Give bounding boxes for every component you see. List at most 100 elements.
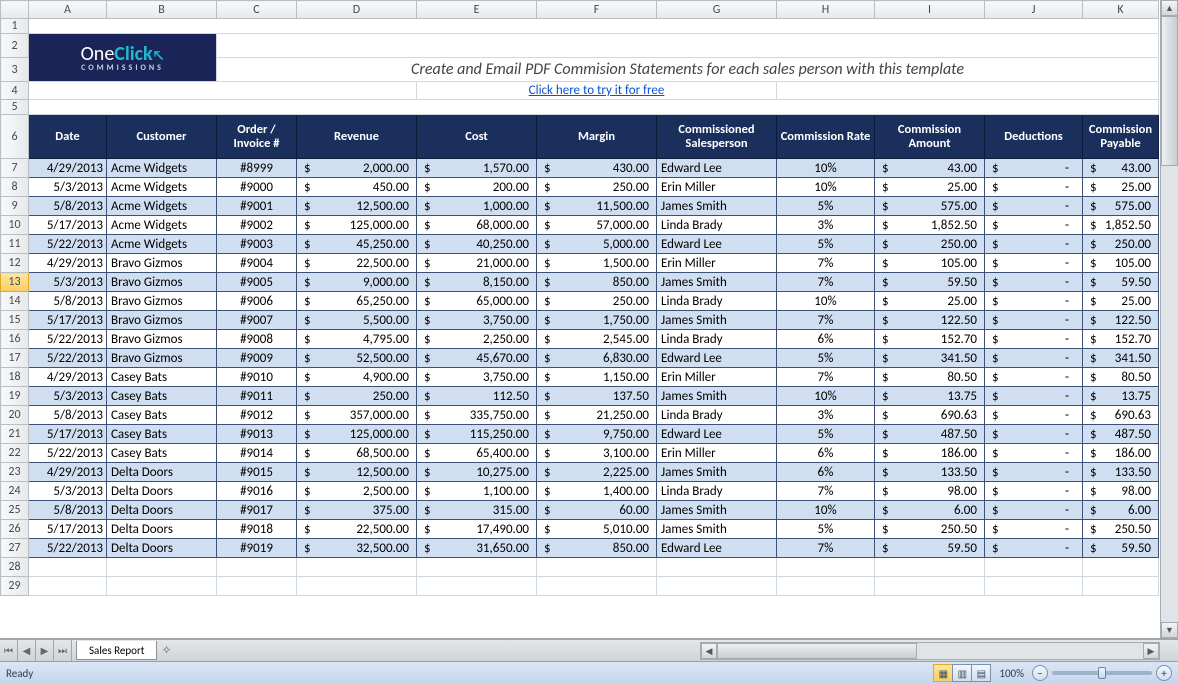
cell-margin[interactable]: $11,500.00	[537, 197, 657, 216]
cell-deductions[interactable]: $-	[985, 520, 1083, 539]
column-header[interactable]: J	[985, 1, 1083, 19]
cell-cost[interactable]: $45,670.00	[417, 349, 537, 368]
cell-customer[interactable]: Acme Widgets	[107, 178, 217, 197]
cell-margin[interactable]: $9,750.00	[537, 425, 657, 444]
column-header[interactable]: C	[217, 1, 297, 19]
zoom-slider-thumb[interactable]	[1098, 667, 1106, 679]
cell-customer[interactable]: Acme Widgets	[107, 235, 217, 254]
cell-payable[interactable]: $1,852.50	[1083, 216, 1159, 235]
cell-amount[interactable]: $122.50	[875, 311, 985, 330]
cell-rate[interactable]: 7%	[777, 482, 875, 501]
cell-customer[interactable]: Bravo Gizmos	[107, 311, 217, 330]
cell-deductions[interactable]: $-	[985, 311, 1083, 330]
row-header[interactable]: 24	[1, 482, 29, 501]
cell-amount[interactable]: $59.50	[875, 539, 985, 558]
cell-salesperson[interactable]: Linda Brady	[657, 330, 777, 349]
cell-amount[interactable]: $690.63	[875, 406, 985, 425]
cell-date[interactable]: 5/17/2013	[29, 425, 107, 444]
cell-deductions[interactable]: $-	[985, 368, 1083, 387]
row-header[interactable]: 1	[1, 19, 29, 34]
cell-revenue[interactable]: $12,500.00	[297, 463, 417, 482]
cell-rate[interactable]: 5%	[777, 235, 875, 254]
cell-date[interactable]: 5/17/2013	[29, 311, 107, 330]
cell-revenue[interactable]: $22,500.00	[297, 520, 417, 539]
cell-order[interactable]: #9018	[217, 520, 297, 539]
cell-margin[interactable]: $2,225.00	[537, 463, 657, 482]
column-header[interactable]: B	[107, 1, 217, 19]
cell-amount[interactable]: $250.00	[875, 235, 985, 254]
cell-amount[interactable]: $487.50	[875, 425, 985, 444]
cell-customer[interactable]: Delta Doors	[107, 482, 217, 501]
cell-amount[interactable]: $25.00	[875, 292, 985, 311]
cell-order[interactable]: #9015	[217, 463, 297, 482]
column-header[interactable]: D	[297, 1, 417, 19]
cell-amount[interactable]: $25.00	[875, 178, 985, 197]
cell-rate[interactable]: 5%	[777, 425, 875, 444]
row-header[interactable]: 5	[1, 100, 29, 115]
row-header[interactable]: 4	[1, 82, 29, 100]
column-header[interactable]: K	[1083, 1, 1159, 19]
cell-cost[interactable]: $335,750.00	[417, 406, 537, 425]
cell-revenue[interactable]: $68,500.00	[297, 444, 417, 463]
cell-salesperson[interactable]: James Smith	[657, 311, 777, 330]
cell-payable[interactable]: $25.00	[1083, 292, 1159, 311]
row-header[interactable]: 20	[1, 406, 29, 425]
cell-cost[interactable]: $3,750.00	[417, 368, 537, 387]
cell-salesperson[interactable]: Erin Miller	[657, 444, 777, 463]
cell-customer[interactable]: Bravo Gizmos	[107, 292, 217, 311]
cell-salesperson[interactable]: Erin Miller	[657, 368, 777, 387]
cell-margin[interactable]: $250.00	[537, 178, 657, 197]
cell-customer[interactable]: Bravo Gizmos	[107, 273, 217, 292]
cell-customer[interactable]: Acme Widgets	[107, 159, 217, 178]
cell-salesperson[interactable]: Edward Lee	[657, 235, 777, 254]
column-header[interactable]: E	[417, 1, 537, 19]
cell-revenue[interactable]: $12,500.00	[297, 197, 417, 216]
cell-deductions[interactable]: $-	[985, 330, 1083, 349]
cell-margin[interactable]: $3,100.00	[537, 444, 657, 463]
zoom-out-button[interactable]: −	[1032, 665, 1048, 681]
row-header[interactable]: 8	[1, 178, 29, 197]
row-header[interactable]: 29	[1, 577, 29, 596]
cell-revenue[interactable]: $4,795.00	[297, 330, 417, 349]
cell-deductions[interactable]: $-	[985, 444, 1083, 463]
cell-margin[interactable]: $6,830.00	[537, 349, 657, 368]
cell-date[interactable]: 5/3/2013	[29, 482, 107, 501]
cell-revenue[interactable]: $32,500.00	[297, 539, 417, 558]
cell-revenue[interactable]: $65,250.00	[297, 292, 417, 311]
cell-date[interactable]: 5/8/2013	[29, 501, 107, 520]
cell-margin[interactable]: $850.00	[537, 539, 657, 558]
vscroll-thumb[interactable]	[1161, 16, 1178, 166]
cell-salesperson[interactable]: Edward Lee	[657, 159, 777, 178]
cell-date[interactable]: 5/22/2013	[29, 349, 107, 368]
cell-deductions[interactable]: $-	[985, 463, 1083, 482]
cell-payable[interactable]: $122.50	[1083, 311, 1159, 330]
cell-date[interactable]: 5/22/2013	[29, 539, 107, 558]
cell-cost[interactable]: $8,150.00	[417, 273, 537, 292]
cell-deductions[interactable]: $-	[985, 273, 1083, 292]
cell-deductions[interactable]: $-	[985, 406, 1083, 425]
cell-order[interactable]: #9016	[217, 482, 297, 501]
cell-margin[interactable]: $1,500.00	[537, 254, 657, 273]
cell-customer[interactable]: Delta Doors	[107, 463, 217, 482]
cell-salesperson[interactable]: James Smith	[657, 197, 777, 216]
row-header[interactable]: 13	[1, 273, 29, 292]
cell-deductions[interactable]: $-	[985, 178, 1083, 197]
cell-date[interactable]: 4/29/2013	[29, 159, 107, 178]
cell-customer[interactable]: Bravo Gizmos	[107, 330, 217, 349]
cell-amount[interactable]: $575.00	[875, 197, 985, 216]
cell-payable[interactable]: $487.50	[1083, 425, 1159, 444]
cell-salesperson[interactable]: James Smith	[657, 387, 777, 406]
cell-payable[interactable]: $59.50	[1083, 273, 1159, 292]
cell-deductions[interactable]: $-	[985, 254, 1083, 273]
cell-salesperson[interactable]: James Smith	[657, 273, 777, 292]
cell-rate[interactable]: 6%	[777, 330, 875, 349]
cell-customer[interactable]: Casey Bats	[107, 387, 217, 406]
cell-cost[interactable]: $21,000.00	[417, 254, 537, 273]
cell-customer[interactable]: Casey Bats	[107, 368, 217, 387]
cell-revenue[interactable]: $375.00	[297, 501, 417, 520]
column-header[interactable]	[1, 1, 29, 19]
row-header[interactable]: 28	[1, 558, 29, 577]
cell-salesperson[interactable]: Linda Brady	[657, 482, 777, 501]
cell-margin[interactable]: $250.00	[537, 292, 657, 311]
cell-deductions[interactable]: $-	[985, 501, 1083, 520]
